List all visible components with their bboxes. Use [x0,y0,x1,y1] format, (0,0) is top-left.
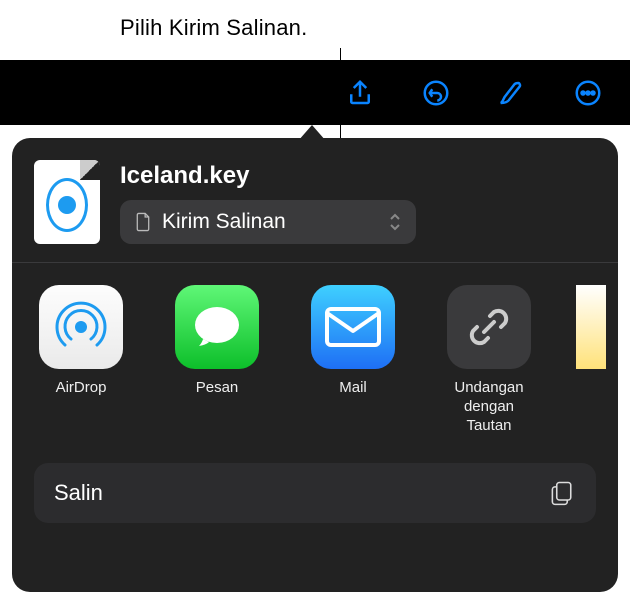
top-toolbar [0,60,630,125]
app-airdrop[interactable]: AirDrop [32,285,130,435]
share-sheet: Iceland.key Kirim Salinan Ai [12,138,618,592]
app-invite-link[interactable]: Undangan dengan Tautan [440,285,538,435]
app-messages[interactable]: Pesan [168,285,266,435]
document-icon [134,212,152,232]
sheet-header: Iceland.key Kirim Salinan [12,138,618,262]
notes-icon [576,285,606,369]
app-notes-partial[interactable] [576,285,606,435]
dropdown-label: Kirim Salinan [162,210,378,234]
copy-icon [548,479,576,507]
app-label: Undangan dengan Tautan [440,379,538,435]
send-mode-dropdown[interactable]: Kirim Salinan [120,200,416,244]
apps-row: AirDrop Pesan Mail [12,263,618,445]
app-label: AirDrop [56,379,107,398]
more-icon[interactable] [571,76,605,110]
chevron-up-down-icon [388,212,402,232]
callout-annotation: Pilih Kirim Salinan. [120,15,307,41]
app-mail[interactable]: Mail [304,285,402,435]
link-icon [447,285,531,369]
airdrop-icon [39,285,123,369]
messages-icon [175,285,259,369]
undo-icon[interactable] [419,76,453,110]
action-label: Salin [54,480,103,506]
actions-list: Salin [12,445,618,523]
action-copy[interactable]: Salin [34,463,596,523]
file-thumbnail [34,160,100,244]
app-label: Mail [339,379,367,398]
file-name: Iceland.key [120,162,596,190]
mail-icon [311,285,395,369]
brush-icon[interactable] [495,76,529,110]
share-icon[interactable] [343,76,377,110]
app-label: Pesan [196,379,239,398]
